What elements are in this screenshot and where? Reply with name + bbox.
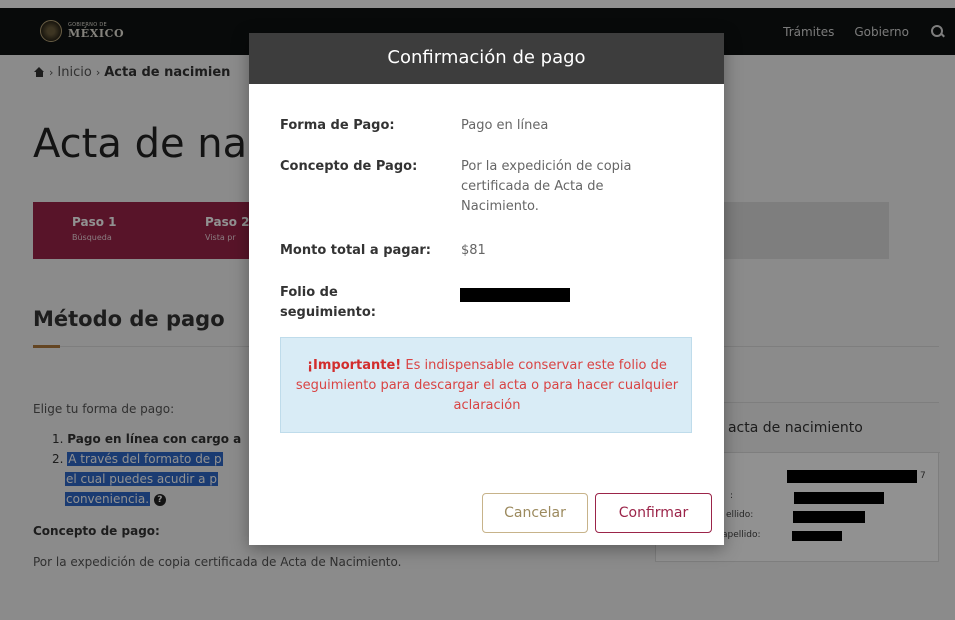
total-amount-value: $81 [461, 243, 486, 258]
payment-concept-value: Por la expedición de copia certificada d… [461, 159, 632, 214]
payment-method-label: Forma de Pago: [280, 118, 395, 133]
important-alert: ¡Importante! Es indispensable conservar … [280, 337, 692, 433]
modal-header: Confirmación de pago [249, 33, 724, 84]
modal-title: Confirmación de pago [387, 47, 586, 68]
total-amount-label: Monto total a pagar: [280, 243, 431, 258]
payment-method-value: Pago en línea [461, 118, 549, 133]
payment-concept-label: Concepto de Pago: [280, 159, 418, 174]
payment-confirmation-modal: Confirmación de pago Forma de Pago: Pago… [249, 33, 724, 545]
tracking-folio-label: Folio de seguimiento: [280, 285, 376, 320]
confirm-button[interactable]: Confirmar [595, 493, 712, 533]
tracking-folio-redacted [460, 288, 570, 302]
alert-text: ¡Importante! Es indispensable conservar … [293, 356, 681, 416]
cancel-button[interactable]: Cancelar [482, 493, 588, 533]
alert-strong: ¡Importante! [307, 358, 402, 373]
